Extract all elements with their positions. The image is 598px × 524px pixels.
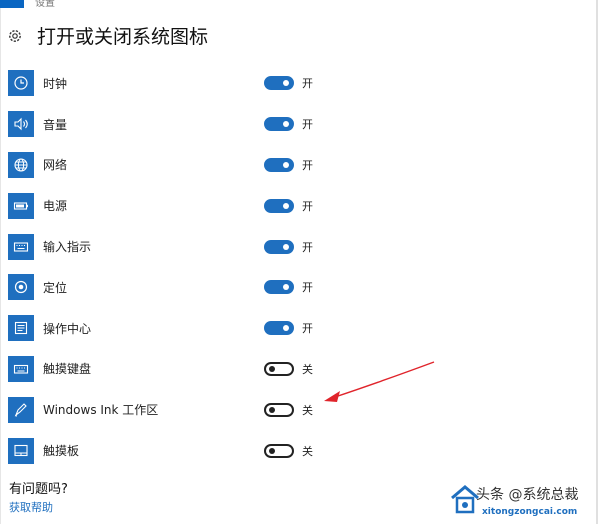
- list-item-volume: 音量 开: [8, 104, 568, 145]
- toggle-state-label: 开: [302, 281, 313, 295]
- toggle-state-label: 开: [302, 77, 313, 91]
- clock-toggle[interactable]: [264, 76, 294, 91]
- toggle-state-label: 开: [302, 240, 313, 254]
- window-left-border: [0, 0, 1, 524]
- windows-ink-pen-icon: [8, 396, 34, 423]
- list-item-touch-keyboard: 触摸键盘 关: [8, 349, 568, 390]
- touchpad-toggle[interactable]: [264, 443, 294, 458]
- item-label: 操作中心: [43, 321, 92, 336]
- touch-keyboard-toggle[interactable]: [264, 361, 294, 376]
- system-icons-list: 时钟 开 音量 开 网络 开 电源 开 输入指示 开 定位 开 操作中心 开 触…: [8, 63, 568, 471]
- toggle-state-label: 开: [302, 322, 313, 336]
- page-header: 打开或关闭系统图标: [6, 22, 208, 49]
- item-label: 时钟: [43, 76, 68, 91]
- touch-keyboard-icon: [8, 355, 34, 382]
- item-label: 电源: [43, 199, 68, 214]
- toggle-state-label: 开: [302, 158, 313, 172]
- clock-icon: [8, 70, 34, 97]
- item-label: 网络: [43, 158, 68, 173]
- toggle-state-label: 关: [302, 362, 313, 376]
- list-item-location: 定位 开: [8, 267, 568, 308]
- toggle-state-label: 关: [302, 444, 313, 458]
- toggle-state-label: 开: [302, 118, 313, 132]
- windows-ink-toggle[interactable]: [264, 402, 294, 417]
- watermark-url: xitongzongcai.com: [482, 507, 578, 517]
- watermark: 头条 @系统总裁 xitongzongcai.com: [450, 484, 596, 522]
- item-label: Windows Ink 工作区: [43, 403, 159, 418]
- input-indicator-toggle[interactable]: [264, 239, 294, 254]
- keyboard-icon: [8, 233, 34, 260]
- help-question: 有问题吗?: [9, 482, 68, 497]
- location-toggle[interactable]: [264, 280, 294, 295]
- list-item-touchpad: 触摸板 关: [8, 430, 568, 471]
- watermark-text: 头条 @系统总裁: [476, 487, 579, 503]
- action-center-icon: [8, 315, 34, 342]
- gear-icon: [6, 27, 24, 45]
- battery-icon: [8, 192, 34, 219]
- touchpad-icon: [8, 437, 34, 464]
- network-globe-icon: [8, 151, 34, 178]
- back-button[interactable]: [0, 0, 24, 8]
- action-center-toggle[interactable]: [264, 321, 294, 336]
- list-item-power: 电源 开: [8, 185, 568, 226]
- item-label: 输入指示: [43, 240, 92, 255]
- power-toggle[interactable]: [264, 198, 294, 213]
- volume-toggle[interactable]: [264, 117, 294, 132]
- item-label: 定位: [43, 280, 68, 295]
- item-label: 触摸板: [43, 444, 80, 459]
- page-title: 打开或关闭系统图标: [37, 26, 209, 48]
- location-icon: [8, 274, 34, 301]
- item-label: 触摸键盘: [43, 362, 92, 377]
- list-item-network: 网络 开: [8, 145, 568, 186]
- toggle-state-label: 开: [302, 199, 313, 213]
- toggle-state-label: 关: [302, 403, 313, 417]
- network-toggle[interactable]: [264, 157, 294, 172]
- volume-icon: [8, 111, 34, 138]
- list-item-action-center: 操作中心 开: [8, 308, 568, 349]
- get-help-link[interactable]: 获取帮助: [9, 499, 53, 515]
- list-item-clock: 时钟 开: [8, 63, 568, 104]
- list-item-windows-ink: Windows Ink 工作区 关: [8, 389, 568, 430]
- item-label: 音量: [43, 117, 68, 132]
- list-item-input-indicator: 输入指示 开: [8, 226, 568, 267]
- window-caption: 设置: [35, 0, 55, 9]
